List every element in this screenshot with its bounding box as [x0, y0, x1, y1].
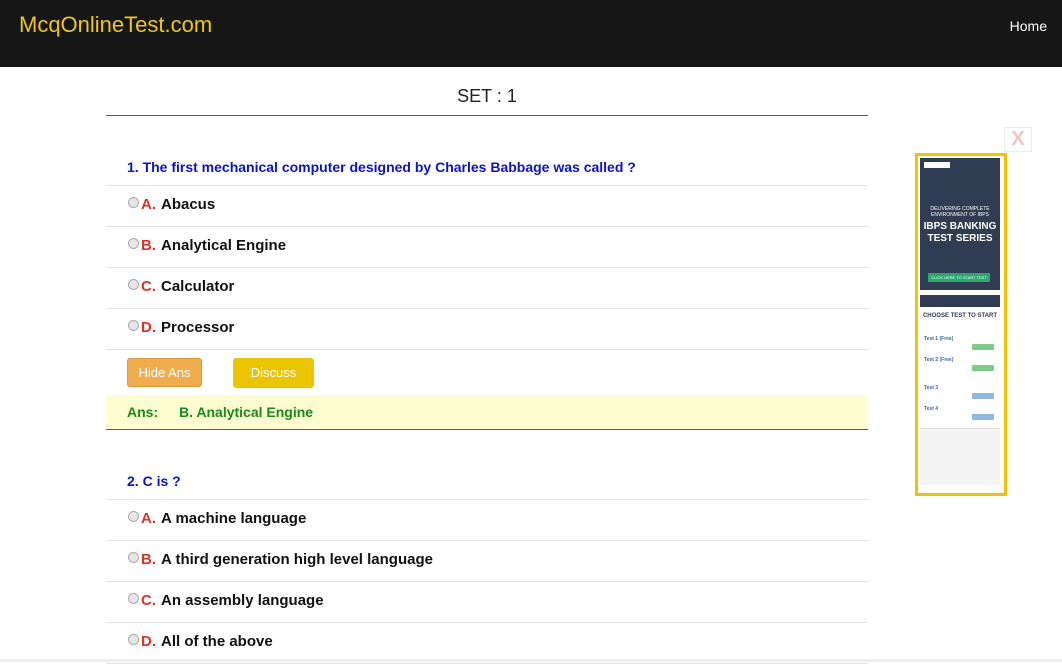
ad-test-pill [972, 344, 994, 350]
set-title: SET : 1 [457, 86, 517, 106]
answer-label: Ans: [127, 404, 159, 420]
ad-close-button[interactable]: X [1004, 127, 1032, 152]
ad-test-pill [972, 414, 994, 420]
option-letter: C. [141, 278, 156, 295]
radio-button[interactable] [128, 552, 139, 563]
option-text: Abacus [161, 196, 216, 213]
ad-choose-text: CHOOSE TEST TO START [922, 313, 998, 319]
ad-banner[interactable]: DELIVERING COMPLETE ENVIRONMENT OF IBPS … [915, 153, 1007, 496]
option-c[interactable]: C. Calculator [106, 268, 868, 309]
ad-hero: DELIVERING COMPLETE ENVIRONMENT OF IBPS … [920, 158, 1000, 290]
option-letter: A. [141, 196, 156, 213]
option-b[interactable]: B. A third generation high level language [106, 541, 868, 582]
option-text: Analytical Engine [161, 237, 287, 254]
option-a[interactable]: A. A machine language [106, 500, 868, 541]
ad-test-label: Test 2 (Free) [924, 357, 954, 363]
option-text: All of the above [161, 633, 273, 650]
radio-button[interactable] [128, 511, 139, 522]
option-text: A third generation high level language [161, 551, 433, 568]
option-b[interactable]: B. Analytical Engine [106, 227, 868, 268]
ad-tagline: DELIVERING COMPLETE ENVIRONMENT OF IBPS [930, 206, 990, 218]
option-c[interactable]: C. An assembly language [106, 582, 868, 623]
option-d[interactable]: D. Processor [106, 309, 868, 350]
ad-test-pill [972, 393, 994, 399]
option-letter: A. [141, 510, 156, 527]
ad-subheader [920, 295, 1000, 307]
option-letter: D. [141, 633, 156, 650]
radio-button[interactable] [128, 279, 139, 290]
answer-panel: Ans: B. Analytical Engine [106, 395, 868, 430]
hide-answer-button[interactable]: Hide Ans [127, 358, 202, 387]
ad-content: DELIVERING COMPLETE ENVIRONMENT OF IBPS … [918, 156, 1004, 493]
ad-test-label: Test 3 [924, 385, 939, 391]
ad-test-item: Test 1 (Free) [924, 336, 996, 350]
ad-screenshot-thumbnail [920, 428, 1000, 485]
discuss-button[interactable]: Discuss [233, 358, 314, 388]
option-text: An assembly language [161, 592, 324, 609]
ad-test-label: Test 4 [924, 406, 939, 412]
option-letter: D. [141, 319, 156, 336]
ad-test-item: Test 2 (Free) [924, 357, 996, 371]
radio-button[interactable] [128, 593, 139, 604]
option-text: A machine language [161, 510, 307, 527]
option-letter: B. [141, 551, 156, 568]
radio-button[interactable] [128, 634, 139, 645]
answer-value: B. Analytical Engine [179, 404, 314, 420]
ad-headline: IBPS BANKING TEST SERIES [923, 221, 997, 244]
option-d[interactable]: D. All of the above [106, 623, 868, 664]
option-text: Processor [161, 319, 235, 336]
radio-button[interactable] [128, 238, 139, 249]
option-text: Calculator [161, 278, 235, 295]
question-block-2: 2. C is ? A. A machine language B. A third… [106, 463, 868, 664]
ad-cta: CLICK HERE TO START TEST [928, 273, 990, 282]
site-logo[interactable]: McqOnlineTest.com [19, 12, 212, 38]
ad-test-label: Test 1 (Free) [924, 336, 954, 342]
title-divider [106, 115, 868, 116]
option-letter: B. [141, 237, 156, 254]
question-block-1: 1. The first mechanical computer designe… [106, 149, 868, 430]
top-navbar: McqOnlineTest.com Home [0, 0, 1062, 67]
ad-test-pill [972, 365, 994, 371]
action-row: Hide Ans Discuss [106, 350, 868, 395]
nav-home-link[interactable]: Home [1010, 18, 1047, 34]
option-a[interactable]: A. Abacus [106, 186, 868, 227]
ad-test-item: Test 4 [924, 406, 996, 420]
question-text: 1. The first mechanical computer designe… [106, 149, 868, 186]
question-text: 2. C is ? [106, 463, 868, 500]
option-letter: C. [141, 592, 156, 609]
radio-button[interactable] [128, 197, 139, 208]
ad-logo-icon [924, 162, 950, 168]
radio-button[interactable] [128, 320, 139, 331]
ad-test-item: Test 3 [924, 385, 996, 399]
